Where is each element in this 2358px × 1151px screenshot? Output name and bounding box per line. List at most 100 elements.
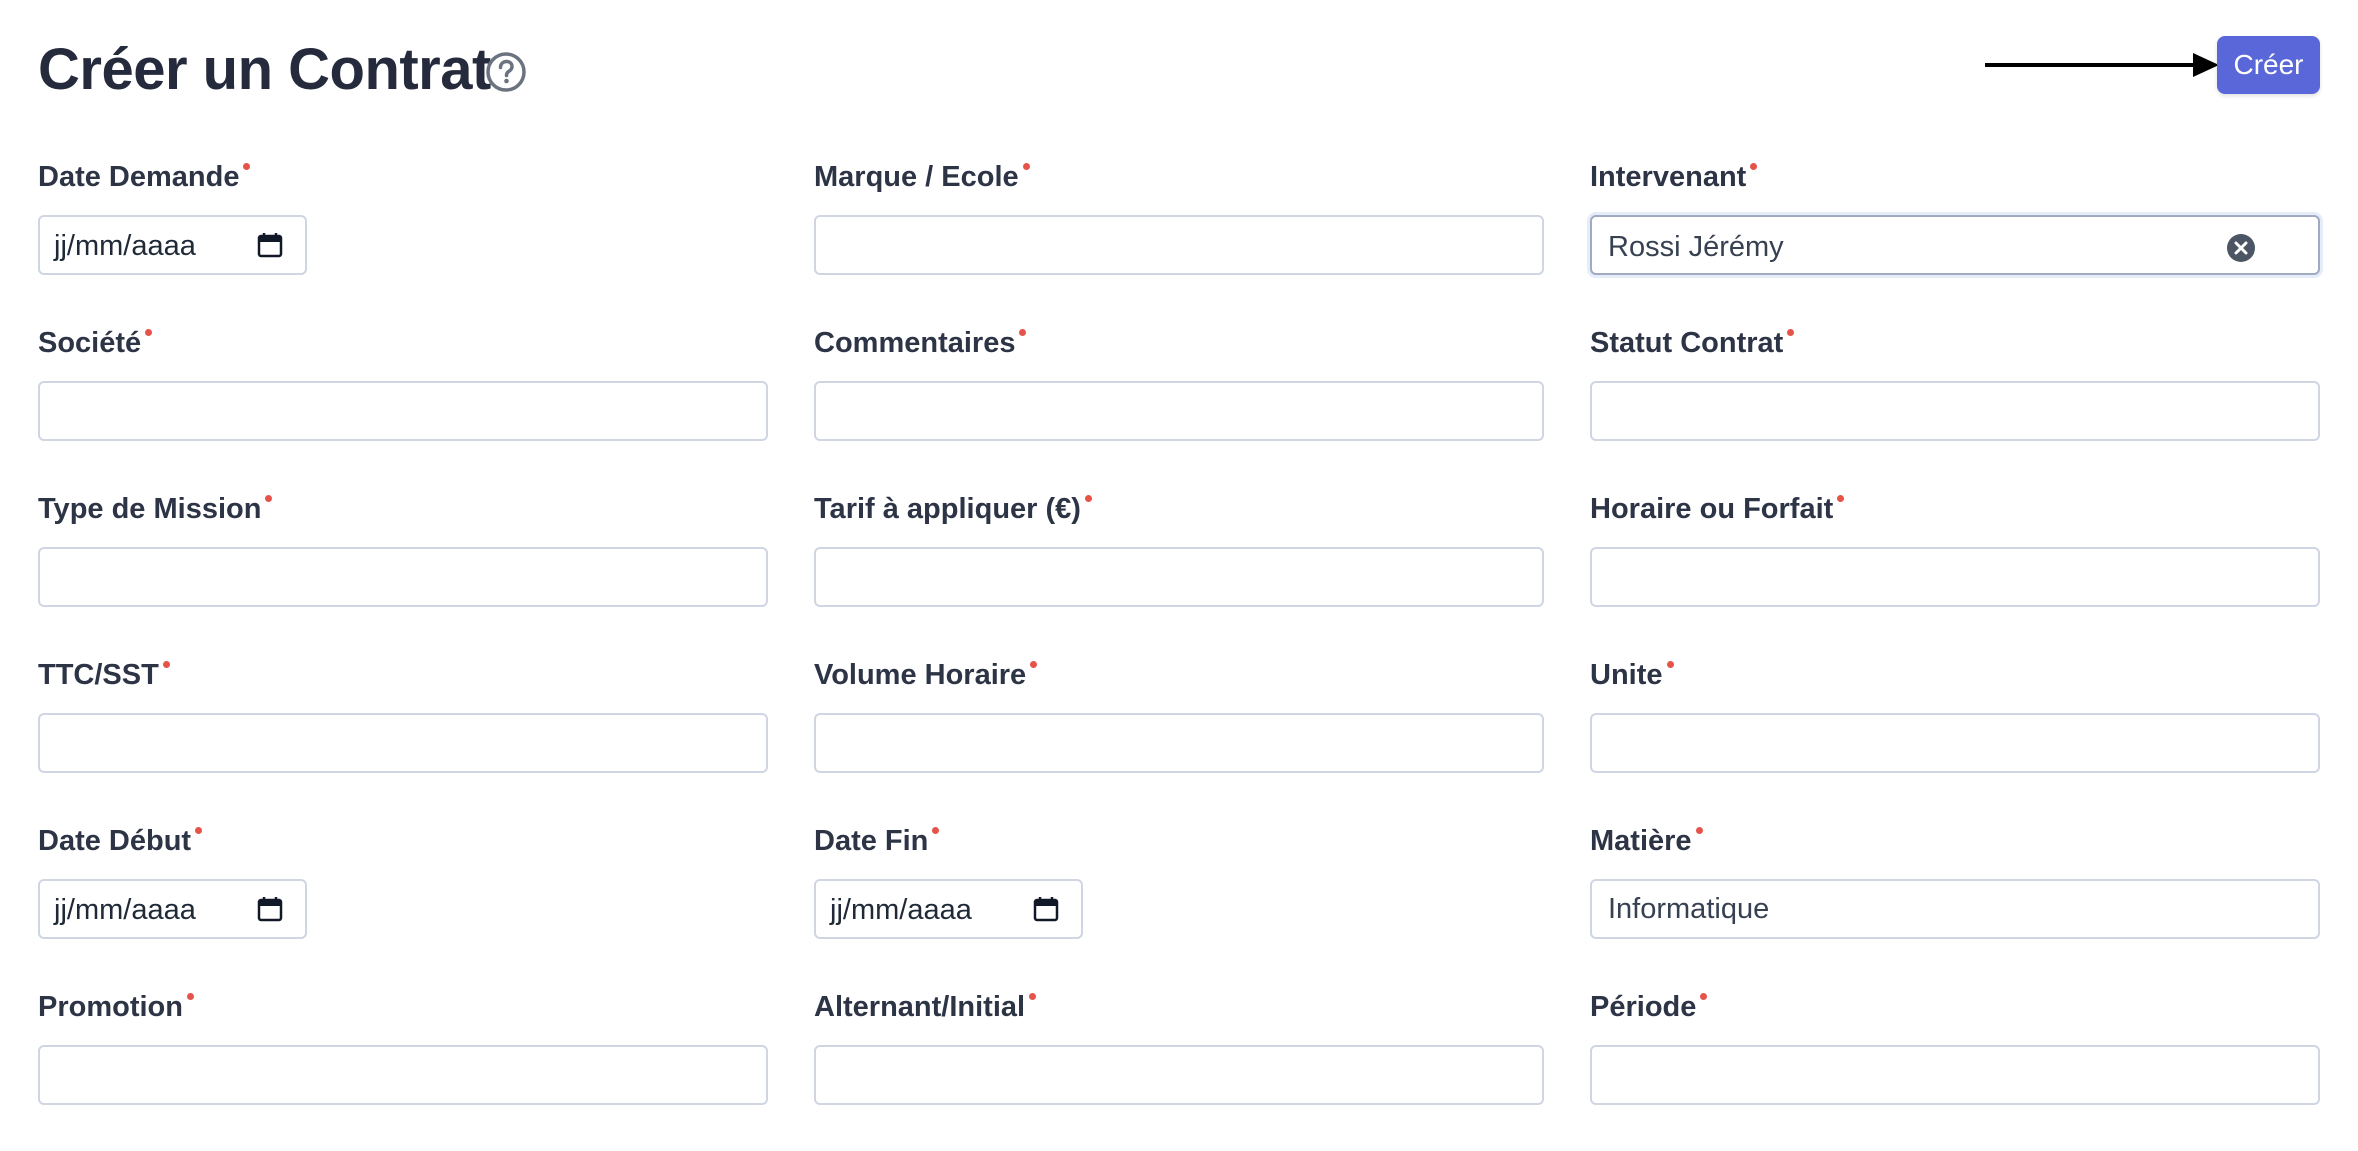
label-text: Période [1590,991,1697,1023]
field-label: Matière [1590,823,1703,859]
field-intervenant: Intervenant Rossi Jérémy [1590,155,2320,321]
field-volume-horaire: Volume Horaire [814,653,1544,819]
date-debut-input[interactable]: jj/mm/aaaa [38,879,307,939]
date-placeholder: jj/mm/aaaa [54,230,196,262]
clear-circle-icon[interactable] [2226,233,2256,263]
contract-form: Date Demande jj/mm/aaaa Marque / Ecole I… [38,155,2320,1151]
field-label: Promotion [38,989,194,1025]
horaire-forfait-input[interactable] [1590,547,2320,607]
date-placeholder: jj/mm/aaaa [830,894,972,926]
field-label: Tarif à appliquer (€) [814,491,1092,527]
label-text: Type de Mission [38,493,262,525]
label-text: Alternant/Initial [814,991,1026,1023]
field-label: TTC/SST [38,657,170,693]
label-text: Tarif à appliquer (€) [814,493,1081,525]
field-societe: Société [38,321,768,487]
arrow-right-icon [1985,53,2219,77]
calendar-icon[interactable] [257,896,283,922]
field-ttc-sst: TTC/SST [38,653,768,819]
label-text: Matière [1590,825,1692,857]
label-text: Commentaires [814,327,1016,359]
field-label: Date Début [38,823,203,859]
intervenant-select[interactable]: Rossi Jérémy [1590,215,2320,275]
label-text: Date Demande [38,161,240,193]
field-marque-ecole: Marque / Ecole [814,155,1544,321]
date-fin-input[interactable]: jj/mm/aaaa [814,879,1083,939]
field-horaire-forfait: Horaire ou Forfait [1590,487,2320,653]
help-circle-icon[interactable] [484,50,528,94]
field-label: Commentaires [814,325,1027,361]
field-label: Période [1590,989,1708,1025]
date-demande-input[interactable]: jj/mm/aaaa [38,215,307,275]
field-label: Alternant/Initial [814,989,1037,1025]
required-marker [195,827,203,834]
required-marker [187,993,194,1000]
required-marker [1666,661,1674,668]
field-label: Unite [1590,657,1674,693]
label-text: Unite [1590,659,1663,691]
label-text: Intervenant [1590,161,1747,193]
volume-horaire-input[interactable] [814,713,1544,773]
field-unite: Unite [1590,653,2320,819]
date-placeholder: jj/mm/aaaa [54,894,196,926]
required-marker [1019,329,1027,336]
page-title: Créer un Contrat [38,37,491,102]
field-label: Date Demande [38,159,251,195]
required-marker [1030,661,1038,668]
label-text: TTC/SST [38,659,159,691]
calendar-icon[interactable] [257,232,283,258]
label-text: Statut Contrat [1590,327,1784,359]
tarif-input[interactable] [814,547,1544,607]
field-label: Statut Contrat [1590,325,1795,361]
field-periode: Période [1590,985,2320,1151]
required-marker [265,495,273,502]
required-marker [1029,993,1037,1000]
field-type-mission: Type de Mission [38,487,768,653]
required-marker [1837,495,1845,502]
required-marker [145,329,153,336]
type-mission-input[interactable] [38,547,768,607]
statut-contrat-input[interactable] [1590,381,2320,441]
field-label: Date Fin [814,823,940,859]
label-text: Volume Horaire [814,659,1027,691]
field-label: Type de Mission [38,491,273,527]
promotion-input[interactable] [38,1045,768,1105]
commentaires-input[interactable] [814,381,1544,441]
unite-input[interactable] [1590,713,2320,773]
field-tarif: Tarif à appliquer (€) [814,487,1544,653]
label-text: Date Fin [814,825,929,857]
field-date-demande: Date Demande jj/mm/aaaa [38,155,768,321]
label-text: Date Début [38,825,192,857]
calendar-icon[interactable] [1033,896,1059,922]
required-marker [243,163,251,170]
create-button[interactable]: Créer [2217,36,2320,94]
field-label: Société [38,325,153,361]
required-marker [1084,495,1092,502]
field-matiere: Matière [1590,819,2320,985]
required-marker [1695,827,1703,834]
field-label: Intervenant [1590,159,1758,195]
label-text: Promotion [38,991,183,1023]
marque-ecole-input[interactable] [814,215,1544,275]
required-marker [1787,329,1795,336]
label-text: Horaire ou Forfait [1590,493,1834,525]
alternant-initial-input[interactable] [814,1045,1544,1105]
field-date-fin: Date Fin jj/mm/aaaa [814,819,1544,985]
label-text: Marque / Ecole [814,161,1019,193]
field-label: Horaire ou Forfait [1590,491,1845,527]
field-commentaires: Commentaires [814,321,1544,487]
field-date-debut: Date Début jj/mm/aaaa [38,819,768,985]
field-alternant-initial: Alternant/Initial [814,985,1544,1151]
matiere-input[interactable] [1590,879,2320,939]
field-promotion: Promotion [38,985,768,1151]
societe-input[interactable] [38,381,768,441]
ttc-sst-input[interactable] [38,713,768,773]
intervenant-value: Rossi Jérémy [1608,231,1784,263]
page-header: Créer un Contrat Créer [38,30,2320,110]
required-marker [1700,993,1708,1000]
periode-input[interactable] [1590,1045,2320,1105]
required-marker [1022,163,1030,170]
field-label: Marque / Ecole [814,159,1030,195]
field-statut-contrat: Statut Contrat [1590,321,2320,487]
field-label: Volume Horaire [814,657,1038,693]
